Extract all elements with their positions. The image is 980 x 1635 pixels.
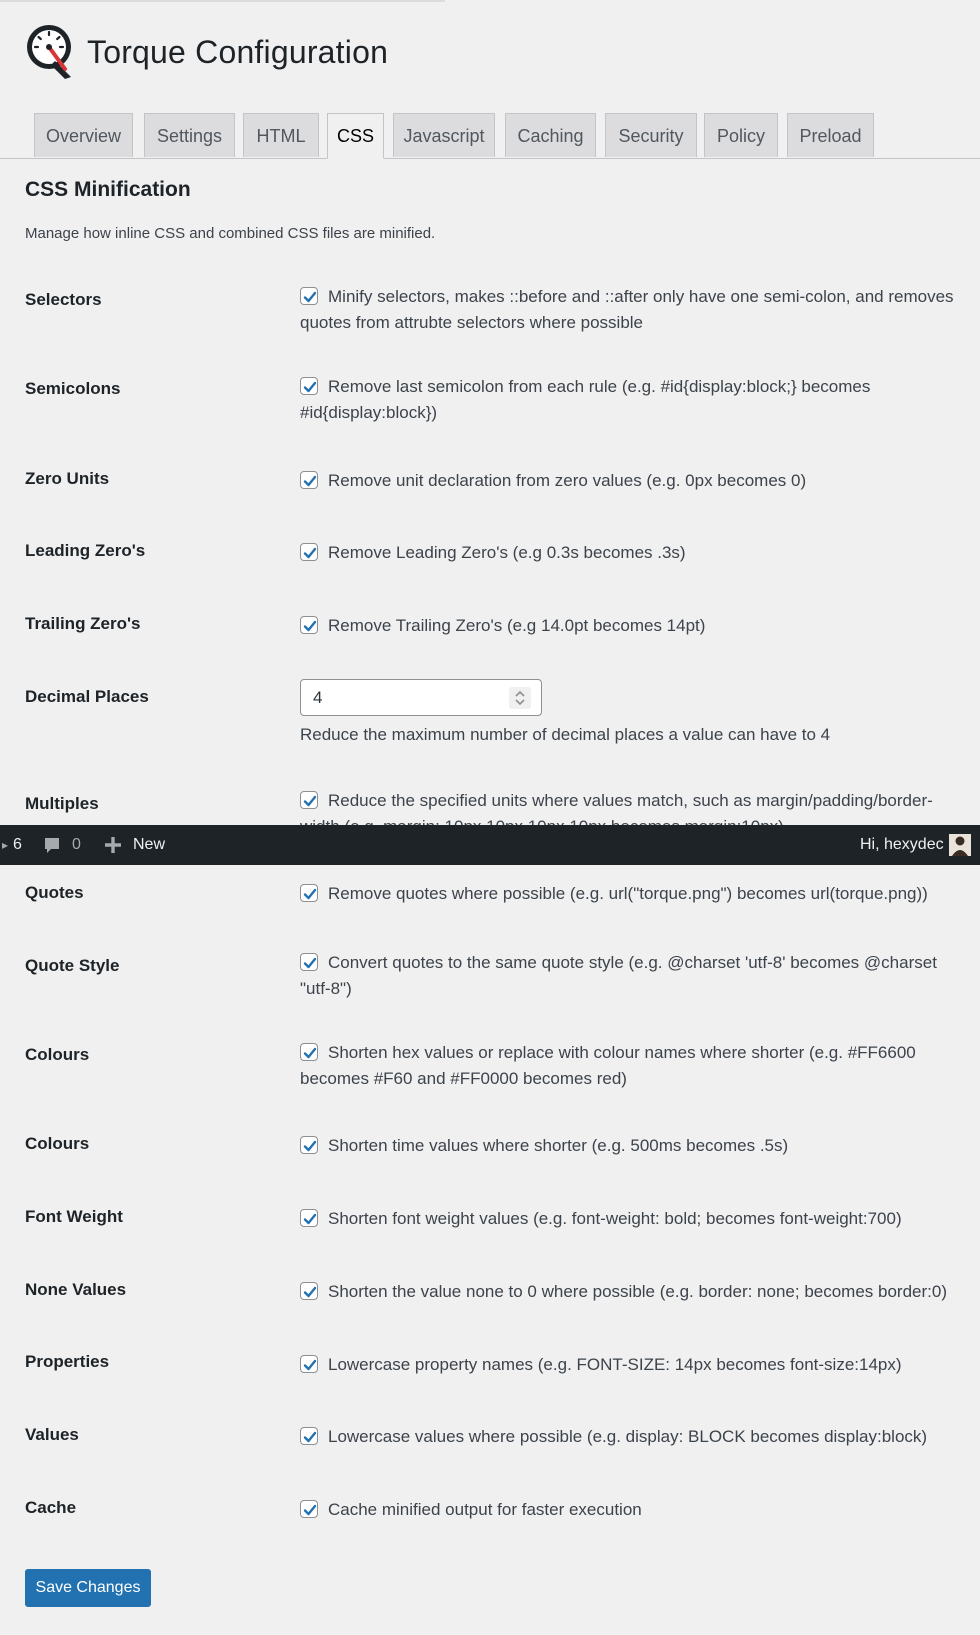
option-text: Convert quotes to the same quote style (… — [300, 953, 937, 998]
option-trailing-zeros: Remove Trailing Zero's (e.g 14.0pt becom… — [300, 613, 970, 639]
page-header: Torque Configuration — [25, 22, 388, 82]
option-cache: Cache minified output for faster executi… — [300, 1497, 970, 1523]
avatar[interactable] — [949, 825, 971, 865]
decimal-places-input[interactable]: 4 — [300, 679, 542, 716]
option-text: Remove Trailing Zero's (e.g 14.0pt becom… — [328, 616, 706, 635]
checkbox[interactable] — [300, 884, 318, 902]
checkbox[interactable] — [300, 1136, 318, 1154]
comments-count[interactable]: 0 — [72, 825, 81, 865]
checkbox[interactable] — [300, 471, 318, 489]
tab-security[interactable]: Security — [605, 113, 697, 157]
checkbox[interactable] — [300, 1282, 318, 1300]
option-text: Lowercase values where possible (e.g. di… — [328, 1427, 928, 1446]
row-label-time-values: Colours — [25, 1134, 90, 1153]
option-text: Shorten the value none to 0 where possib… — [328, 1282, 947, 1301]
checkbox[interactable] — [300, 791, 318, 809]
checkbox[interactable] — [300, 543, 318, 561]
row-label-font-weight: Font Weight — [25, 1207, 123, 1226]
tab-preload[interactable]: Preload — [787, 113, 874, 157]
option-text: Remove Leading Zero's (e.g 0.3s becomes … — [328, 543, 686, 562]
option-text: Shorten time values where shorter (e.g. … — [328, 1136, 789, 1155]
row-label-semicolons: Semicolons — [25, 379, 121, 398]
option-font-weight: Shorten font weight values (e.g. font-we… — [300, 1206, 970, 1232]
option-values: Lowercase values where possible (e.g. di… — [300, 1424, 970, 1450]
tab-html[interactable]: HTML — [243, 113, 319, 157]
option-properties: Lowercase property names (e.g. FONT-SIZE… — [300, 1352, 970, 1378]
option-text: Shorten hex values or replace with colou… — [300, 1043, 916, 1088]
row-label-multiples: Multiples — [25, 794, 99, 813]
option-none-values: Shorten the value none to 0 where possib… — [300, 1279, 970, 1305]
tab-css[interactable]: CSS — [327, 113, 384, 159]
tab-bar: Overview Settings HTML CSS Javascript Ca… — [0, 113, 980, 159]
row-label-selectors: Selectors — [25, 290, 102, 309]
tab-javascript[interactable]: Javascript — [393, 113, 495, 157]
row-label-leading-zeros: Leading Zero's — [25, 541, 146, 560]
tab-settings[interactable]: Settings — [144, 113, 235, 157]
account-greeting[interactable]: Hi, hexydec — [860, 825, 944, 865]
option-time-values: Shorten time values where shorter (e.g. … — [300, 1133, 970, 1159]
top-divider — [0, 0, 445, 2]
option-quote-style: Convert quotes to the same quote style (… — [300, 950, 970, 1002]
tab-policy[interactable]: Policy — [704, 113, 778, 157]
option-selectors: Minify selectors, makes ::before and ::a… — [300, 284, 970, 336]
row-label-colours: Colours — [25, 1045, 90, 1064]
row-label-zero-units: Zero Units — [25, 469, 110, 488]
option-text: Lowercase property names (e.g. FONT-SIZE… — [328, 1355, 902, 1374]
tab-overview[interactable]: Overview — [34, 113, 133, 157]
checkbox[interactable] — [300, 1355, 318, 1373]
checkbox[interactable] — [300, 287, 318, 305]
option-quotes: Remove quotes where possible (e.g. url("… — [300, 881, 970, 907]
row-label-values: Values — [25, 1425, 79, 1444]
checkbox[interactable] — [300, 377, 318, 395]
section-title: CSS Minification — [25, 178, 191, 201]
spinner-icon[interactable] — [509, 687, 531, 709]
admin-bar: ▸ 6 0 New Hi, hexydec — [0, 825, 980, 865]
checkbox[interactable] — [300, 1209, 318, 1227]
option-text: Remove last semicolon from each rule (e.… — [300, 377, 871, 422]
checkbox[interactable] — [300, 1043, 318, 1061]
option-text: Cache minified output for faster executi… — [328, 1500, 642, 1519]
new-link[interactable]: New — [133, 825, 165, 865]
updates-icon[interactable]: ▸ — [2, 825, 8, 865]
checkbox[interactable] — [300, 1500, 318, 1518]
option-text: Remove quotes where possible (e.g. url("… — [328, 884, 928, 903]
row-label-trailing-zeros: Trailing Zero's — [25, 614, 141, 633]
option-leading-zeros: Remove Leading Zero's (e.g 0.3s becomes … — [300, 540, 970, 566]
save-changes-button[interactable]: Save Changes — [25, 1569, 151, 1607]
option-text: Shorten font weight values (e.g. font-we… — [328, 1209, 902, 1228]
option-text: Minify selectors, makes ::before and ::a… — [300, 287, 954, 332]
row-label-quotes: Quotes — [25, 883, 84, 902]
option-semicolons: Remove last semicolon from each rule (e.… — [300, 374, 970, 426]
plus-icon[interactable] — [103, 825, 123, 865]
decimal-places-help: Reduce the maximum number of decimal pla… — [300, 725, 831, 744]
row-label-cache: Cache — [25, 1498, 77, 1517]
torque-logo-icon — [27, 25, 71, 79]
checkbox[interactable] — [300, 616, 318, 634]
row-label-decimal-places: Decimal Places — [25, 687, 149, 706]
decimal-places-value: 4 — [313, 688, 323, 707]
section-description: Manage how inline CSS and combined CSS f… — [25, 225, 436, 242]
tab-caching[interactable]: Caching — [505, 113, 596, 157]
updates-count[interactable]: 6 — [13, 825, 22, 865]
option-colours: Shorten hex values or replace with colou… — [300, 1040, 970, 1092]
page-title: Torque Configuration — [87, 33, 389, 70]
checkbox[interactable] — [300, 953, 318, 971]
comments-icon[interactable] — [42, 825, 62, 865]
row-label-quote-style: Quote Style — [25, 956, 120, 975]
row-label-properties: Properties — [25, 1352, 110, 1371]
row-label-none-values: None Values — [25, 1280, 127, 1299]
option-text: Remove unit declaration from zero values… — [328, 471, 807, 490]
checkbox[interactable] — [300, 1427, 318, 1445]
option-zero-units: Remove unit declaration from zero values… — [300, 468, 970, 494]
